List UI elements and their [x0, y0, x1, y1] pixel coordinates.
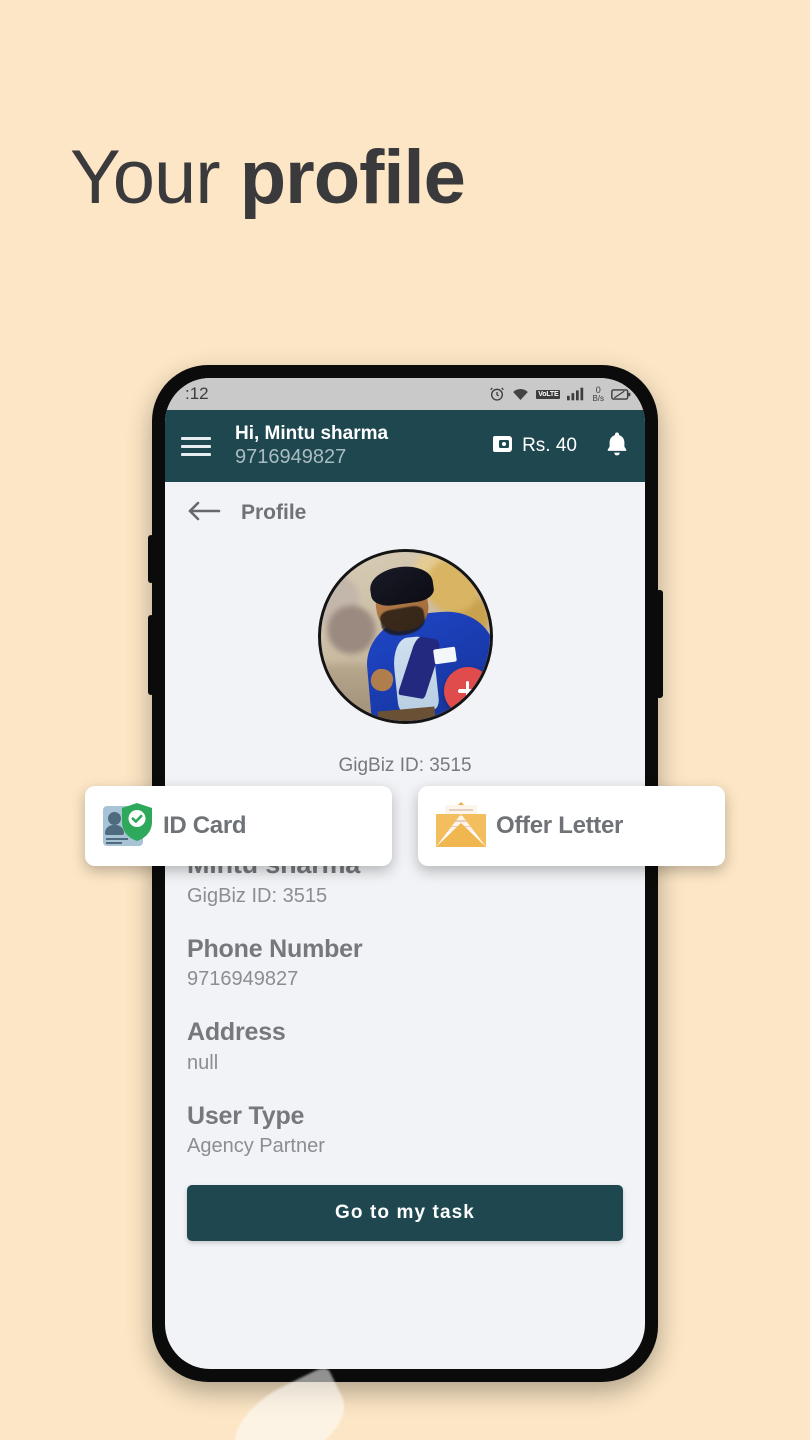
id-card-label: ID Card	[163, 812, 247, 839]
back-arrow-icon[interactable]	[187, 500, 221, 527]
avatar[interactable]	[317, 549, 493, 724]
alarm-icon	[489, 386, 505, 402]
user-greeting: Hi, Mintu sharma	[235, 422, 389, 444]
detail-row-phone: Phone Number 9716949827	[187, 935, 623, 993]
phone-side-button-top	[148, 535, 154, 583]
status-bar: :12 VoLTE 0 B/s	[165, 378, 645, 410]
offer-letter-button[interactable]: Offer Letter	[418, 786, 725, 866]
screenshot-stage: Your profile :12 VoLTE 0 B/s Hi, Mintu s…	[0, 0, 810, 1440]
wallet-icon	[493, 433, 519, 460]
phone-screen: :12 VoLTE 0 B/s Hi, Mintu sharma 9716949…	[165, 378, 645, 1369]
hamburger-line	[181, 452, 211, 456]
hamburger-line	[181, 436, 211, 440]
id-card-button[interactable]: ID Card	[85, 786, 392, 866]
sub-header: Profile	[165, 482, 645, 544]
volte-icon: VoLTE	[536, 389, 561, 399]
add-photo-button[interactable]	[443, 667, 490, 715]
page-title-bold: profile	[239, 135, 466, 220]
offer-letter-label: Offer Letter	[496, 812, 624, 839]
data-rate-unit: B/s	[592, 393, 604, 403]
detail-label: Phone Number	[187, 934, 363, 963]
envelope-shape	[436, 802, 486, 847]
wallet-balance-button[interactable]: Rs. 40	[493, 433, 577, 460]
go-to-my-task-button[interactable]: Go to my task	[187, 1185, 623, 1242]
battery-icon	[611, 388, 631, 401]
detail-label: User Type	[187, 1101, 305, 1130]
phone-side-button-bottom	[148, 615, 154, 695]
detail-value: Agency Partner	[187, 1135, 325, 1158]
app-bar: Hi, Mintu sharma 9716949827 Rs. 40	[165, 410, 645, 482]
envelope-icon	[434, 800, 492, 852]
page-title-light: Your	[70, 135, 240, 220]
envelope-front	[436, 823, 486, 847]
action-cards-overlay: ID Card Offer Letter	[85, 786, 725, 866]
letter-line	[449, 809, 473, 811]
avatar-section	[165, 544, 645, 759]
phone-power-button	[656, 590, 663, 698]
wifi-icon	[512, 387, 529, 401]
status-bar-icons: VoLTE 0 B/s	[489, 385, 631, 403]
signal-icon	[567, 387, 585, 401]
detail-value: null	[187, 1051, 219, 1074]
user-phone-number: 9716949827	[235, 446, 347, 469]
page-title: Your profile	[70, 140, 466, 216]
phone-mockup-frame: :12 VoLTE 0 B/s Hi, Mintu sharma 9716949…	[148, 365, 663, 1382]
bell-icon	[605, 432, 629, 461]
data-rate-icon: 0 B/s	[592, 385, 604, 403]
detail-value: GigBiz ID: 3515	[187, 884, 328, 907]
verified-shield-icon	[120, 802, 154, 847]
user-info-block: Hi, Mintu sharma 9716949827	[225, 422, 479, 471]
status-bar-time: :12	[185, 384, 209, 403]
wallet-amount: Rs. 40	[522, 435, 577, 456]
notifications-button[interactable]	[605, 431, 629, 462]
detail-row-address: Address null	[187, 1018, 623, 1076]
detail-row-user-type: User Type Agency Partner	[187, 1102, 623, 1160]
id-card-icon	[101, 800, 159, 852]
detail-label: Address	[187, 1018, 286, 1047]
page-section-title: Profile	[241, 501, 307, 524]
hamburger-menu-icon[interactable]	[181, 436, 211, 456]
detail-value: 9716949827	[187, 968, 299, 991]
hamburger-line	[181, 444, 211, 448]
